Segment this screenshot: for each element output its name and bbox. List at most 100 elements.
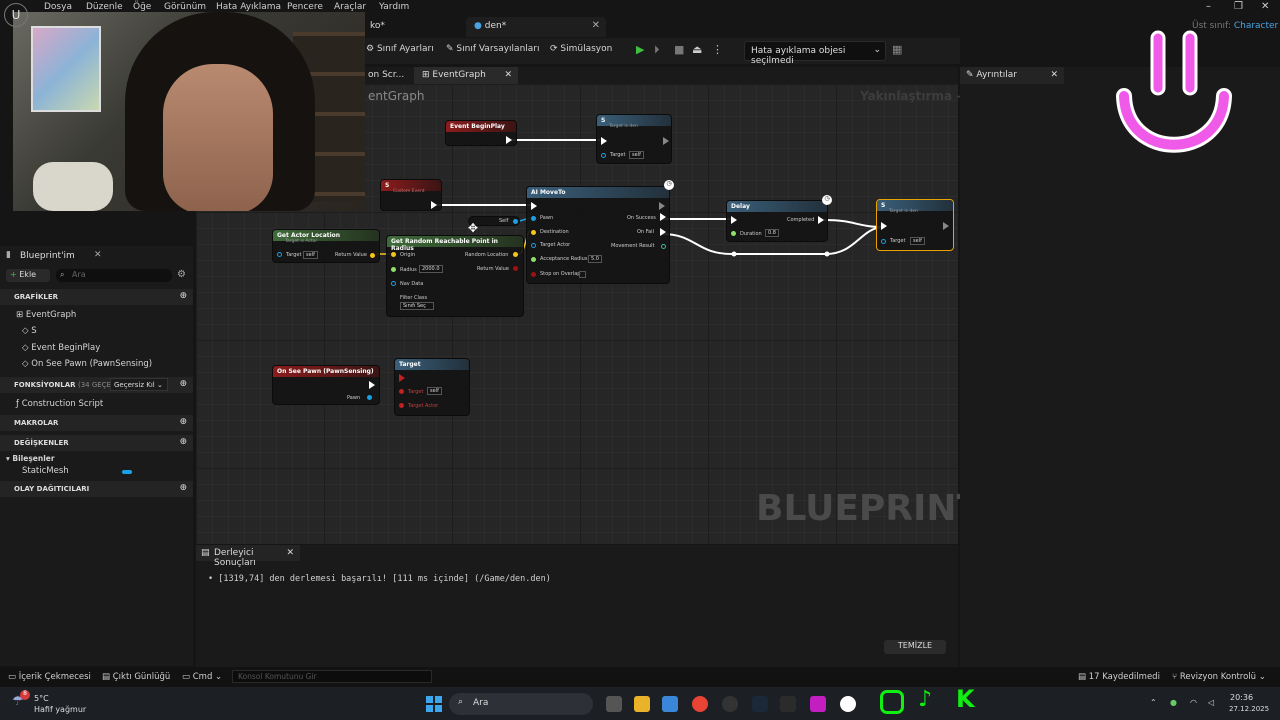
return-value-pin[interactable] bbox=[513, 266, 518, 271]
debug-object-select[interactable]: Hata ayıklama objesi seçilmedi ⌄ bbox=[744, 41, 886, 66]
play-icon[interactable]: ▶ bbox=[636, 43, 644, 56]
exec-out-pin[interactable] bbox=[663, 137, 669, 145]
pawn-out-pin[interactable] bbox=[367, 395, 372, 400]
content-drawer-button[interactable]: ▭ İçerik Çekmecesi bbox=[8, 672, 91, 682]
exec-in-pin[interactable] bbox=[531, 202, 537, 210]
menu-file[interactable]: Dosya bbox=[44, 2, 72, 12]
menu-debug[interactable]: Hata Ayıklama bbox=[216, 2, 281, 12]
close-details-icon[interactable]: ✕ bbox=[1050, 70, 1058, 80]
blueprint-search-input[interactable]: ⌕ Ara bbox=[56, 269, 172, 282]
clock-time[interactable]: 20:36 bbox=[1230, 693, 1253, 702]
microphone-icon[interactable]: ● bbox=[1170, 698, 1177, 707]
clock-date[interactable]: 27.12.2025 bbox=[1229, 705, 1269, 713]
add-dispatcher-icon[interactable]: ⊕ bbox=[179, 483, 187, 493]
debug-filter-icon[interactable]: ▦ bbox=[892, 43, 902, 56]
wifi-icon[interactable]: ◠ bbox=[1190, 698, 1197, 707]
eject-icon[interactable]: ⏏ bbox=[692, 43, 702, 56]
close-tab-icon[interactable]: ✕ bbox=[592, 20, 600, 31]
tab-construction-script[interactable]: on Scr... bbox=[360, 67, 412, 84]
self-value[interactable]: self bbox=[427, 387, 442, 395]
add-button[interactable]: + Ekle bbox=[6, 269, 50, 282]
menu-view[interactable]: Görünüm bbox=[164, 2, 206, 12]
acceptance-radius-value[interactable]: 5.0 bbox=[588, 255, 602, 263]
maximize-icon[interactable]: ❐ bbox=[1234, 1, 1243, 12]
task-view-icon[interactable] bbox=[606, 696, 622, 712]
exec-out-pin[interactable] bbox=[659, 202, 665, 210]
exec-out-pin[interactable] bbox=[369, 381, 375, 389]
filter-class-select[interactable]: Sınıfı Seç bbox=[400, 302, 434, 310]
menu-asset[interactable]: Öğe bbox=[133, 2, 151, 12]
node-event-beginplay[interactable]: Event BeginPlay bbox=[445, 120, 517, 146]
node-delay[interactable]: Delay ◷ Completed Duration 0.8 bbox=[726, 195, 832, 242]
node-random-reachable-point[interactable]: Get Random Reachable Point in Radius Ori… bbox=[386, 235, 524, 317]
section-macros[interactable]: MAKROLAR ⊕ bbox=[0, 415, 193, 431]
target-actor-pin[interactable] bbox=[399, 403, 404, 408]
unsaved-button[interactable]: ▤ 17 Kaydedilmedi bbox=[1078, 672, 1160, 682]
on-fail-pin[interactable] bbox=[660, 228, 666, 236]
output-log-button[interactable]: ▤ Çıktı Günlüğü bbox=[102, 672, 170, 682]
tab-den[interactable]: ● den* ✕ bbox=[466, 17, 606, 37]
pawn-pin[interactable] bbox=[531, 216, 536, 221]
exec-out-pin[interactable] bbox=[943, 222, 949, 230]
epic-games-icon[interactable] bbox=[780, 696, 796, 712]
clear-button[interactable]: TEMİZLE bbox=[884, 640, 946, 654]
add-macro-icon[interactable]: ⊕ bbox=[179, 417, 187, 427]
app-icon[interactable] bbox=[810, 696, 826, 712]
override-select[interactable]: Geçersiz Kıl ⌄ bbox=[110, 378, 168, 391]
minimize-icon[interactable]: – bbox=[1206, 1, 1211, 12]
stop-on-overlap-pin[interactable] bbox=[531, 272, 536, 277]
chrome-icon[interactable] bbox=[692, 696, 708, 712]
graph-item-s[interactable]: ◇ S bbox=[22, 326, 37, 336]
reroute-node[interactable] bbox=[731, 251, 737, 257]
step-icon[interactable]: ⏵ bbox=[654, 43, 660, 57]
node-target[interactable]: Target Target self Target Actor bbox=[394, 358, 470, 416]
file-explorer-icon[interactable] bbox=[634, 696, 650, 712]
exec-out-pin[interactable] bbox=[431, 201, 437, 209]
add-graph-icon[interactable]: ⊕ bbox=[179, 291, 187, 301]
movement-result-pin[interactable] bbox=[661, 244, 666, 249]
more-options-icon[interactable]: ⋮ bbox=[712, 43, 723, 56]
return-value-pin[interactable] bbox=[370, 253, 375, 258]
tab-eventgraph[interactable]: ⊞ EventGraph ✕ bbox=[414, 67, 518, 84]
section-graphs[interactable]: GRAFİKLER ⊕ bbox=[0, 289, 193, 305]
destination-pin[interactable] bbox=[531, 230, 536, 235]
origin-pin[interactable] bbox=[391, 252, 396, 257]
close-window-icon[interactable]: ✕ bbox=[1261, 1, 1269, 12]
components-category[interactable]: ▾ Bileşenler bbox=[6, 454, 55, 463]
node-s-right[interactable]: S Target is den Target self bbox=[876, 199, 954, 251]
target-pin[interactable] bbox=[881, 239, 886, 244]
exec-in-pin[interactable] bbox=[881, 222, 887, 230]
simulation-button[interactable]: ⟳ Simülasyon bbox=[550, 44, 612, 54]
reroute-node[interactable] bbox=[824, 251, 830, 257]
close-graph-tab-icon[interactable]: ✕ bbox=[504, 70, 512, 80]
store-icon[interactable] bbox=[662, 696, 678, 712]
acceptance-radius-pin[interactable] bbox=[531, 257, 536, 262]
section-variables[interactable]: DEĞİŞKENLER ⊕ bbox=[0, 435, 193, 451]
tab-compiler-results[interactable]: ▤ Derleyici Sonuçları ✕ bbox=[196, 545, 300, 568]
section-event-dispatchers[interactable]: OLAY DAĞITICILARI ⊕ bbox=[0, 481, 193, 497]
graph-item-on-see-pawn[interactable]: ◇ On See Pawn (PawnSensing) bbox=[22, 359, 152, 369]
exec-in-pin[interactable] bbox=[399, 374, 405, 382]
app-icon[interactable] bbox=[722, 696, 738, 712]
cmd-select[interactable]: ▭ Cmd ⌄ bbox=[182, 672, 222, 682]
close-compiler-tab-icon[interactable]: ✕ bbox=[286, 548, 294, 558]
on-success-pin[interactable] bbox=[660, 213, 666, 221]
duration-pin[interactable] bbox=[731, 231, 736, 236]
stop-icon[interactable]: ■ bbox=[674, 43, 684, 56]
radius-pin[interactable] bbox=[391, 267, 396, 272]
node-on-see-pawn[interactable]: On See Pawn (PawnSensing) Pawn bbox=[272, 365, 380, 405]
windows-start-icon[interactable] bbox=[426, 696, 442, 712]
close-panel-icon[interactable]: ✕ bbox=[94, 250, 102, 260]
nav-data-pin[interactable] bbox=[391, 281, 396, 286]
stop-on-overlap-checkbox[interactable] bbox=[579, 271, 586, 278]
node-ai-moveto[interactable]: AI MoveTo ◷ Pawn Destination Target Acto… bbox=[526, 180, 674, 284]
class-settings-button[interactable]: ⚙ Sınıf Ayarları bbox=[366, 44, 434, 54]
tray-chevron-icon[interactable]: ⌃ bbox=[1150, 698, 1157, 707]
menu-help[interactable]: Yardım bbox=[379, 2, 409, 12]
unreal-logo-icon[interactable]: U bbox=[4, 3, 28, 27]
duration-value[interactable]: 0.8 bbox=[765, 229, 779, 237]
target-actor-pin[interactable] bbox=[531, 243, 536, 248]
variable-static-mesh[interactable]: StaticMesh bbox=[22, 466, 69, 476]
graph-item-eventgraph[interactable]: ⊞ EventGraph bbox=[16, 310, 76, 320]
node-get-actor-location[interactable]: Get Actor Location Target is Actor Targe… bbox=[272, 229, 380, 263]
